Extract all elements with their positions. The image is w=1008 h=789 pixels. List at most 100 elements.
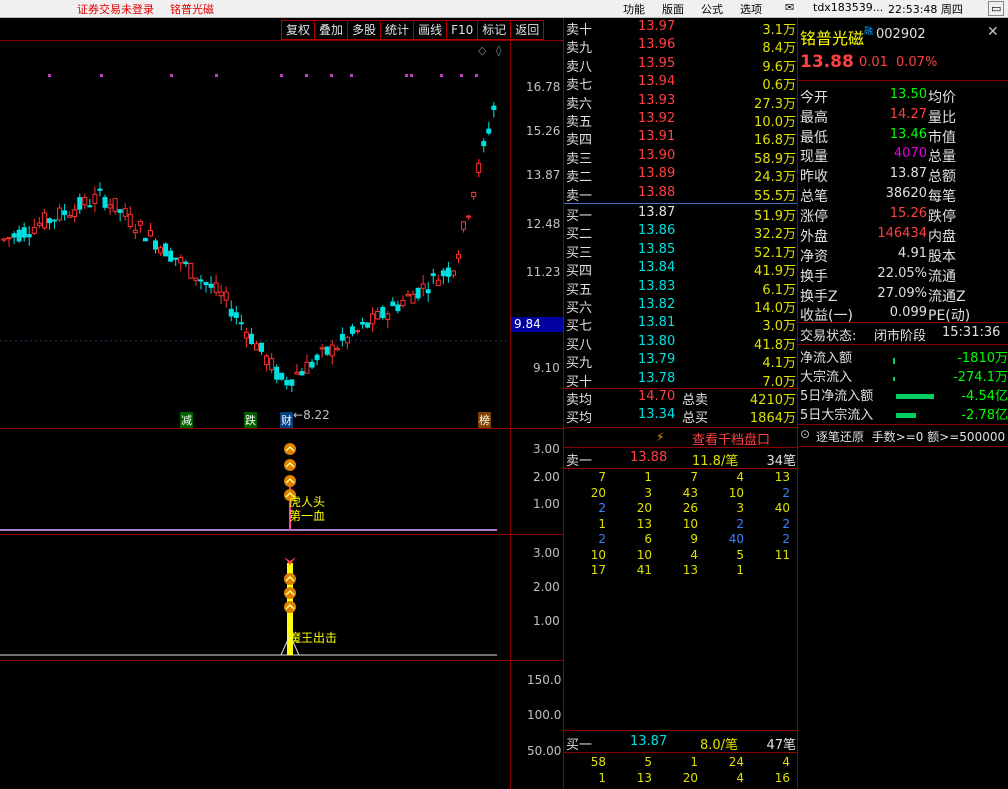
queue-cell: 9 [690,532,698,546]
flow-bar [896,413,916,418]
queue-buy-header: 买一 13.87 8.0/笔 47笔 [566,734,796,753]
candle [294,364,300,376]
candle [117,208,123,222]
candle [238,314,244,331]
candle [107,198,113,215]
vol-tick: 50.00 [527,744,562,758]
login-warning[interactable]: 证券交易未登录 [77,1,154,17]
candle [127,206,133,229]
stat-label: 外盘 [800,228,828,245]
candle [259,342,265,355]
current-price-tag: 9.84 [511,317,563,332]
queue-cell: 4 [782,755,790,769]
buy-level-row: 买五 13.83 6.1万 [566,279,796,298]
level-price: 13.92 [638,111,676,126]
quote-stat-row: 外盘 146434 内盘 [800,226,1008,245]
signal-dot [48,74,51,77]
sell-level-row: 卖二 13.89 24.3万 [566,166,796,185]
signal-marker [284,443,296,455]
draw-line-button[interactable]: 画线 [413,20,448,40]
menu-function[interactable]: 功能 [623,1,645,17]
candle [304,354,310,374]
queue-cell: 2 [598,532,606,546]
event-marker[interactable]: 减 [180,412,193,428]
candle [279,372,285,381]
candle [390,297,396,307]
candle [430,268,436,284]
quote-stat-row: 今开 13.50 均价 [800,87,1008,106]
candle [445,261,451,283]
level-volume: 6.1万 [762,282,796,298]
stat-value: 4.91 [898,246,927,261]
indicator-2-chart[interactable] [0,535,510,660]
tick-filter-label[interactable]: 逐笔还原 手数>=0 额>=500000 [816,428,1005,445]
candlestick-chart[interactable] [0,41,510,428]
stat-right-label: 内盘 [928,228,956,245]
candle [11,231,17,245]
sell-level-row: 卖五 13.92 10.0万 [566,111,796,130]
menu-layout[interactable]: 版面 [662,1,684,17]
level-price: 13.96 [638,37,676,53]
user-name[interactable]: tdx183539... [813,1,883,14]
menu-options[interactable]: 选项 [740,1,762,17]
event-marker[interactable]: 财 [280,412,293,428]
statistics-button[interactable]: 统计 [380,20,415,40]
mail-icon[interactable]: ✉ [785,1,794,14]
candle [183,259,189,267]
stat-right-label: 股本 [928,249,956,265]
event-marker[interactable]: 榜 [478,412,491,428]
level-price: 13.93 [638,92,676,108]
ind1-tick: 1.00 [533,497,560,511]
event-marker[interactable]: 跌 [244,412,257,428]
butterfly-icon [284,557,296,565]
f10-button[interactable]: F10 [446,20,479,40]
level-name: 买三 [566,245,593,261]
level-name: 卖六 [566,96,593,112]
level-price: 13.94 [638,74,676,90]
price-tick: 15.26 [526,124,561,138]
candle [420,275,426,297]
multi-stock-button[interactable]: 多股 [347,20,382,40]
flow-value: -2.78亿 [961,408,1008,423]
overlay-button[interactable]: 叠加 [314,20,349,40]
quote-stat-row: 现量 4070 总量 [800,146,1008,165]
stat-right-label: 均价 [928,90,956,106]
thousand-level-button[interactable]: 查看千档盘口 [692,429,770,448]
back-button[interactable]: 返回 [510,20,545,40]
level-name: 买一 [566,209,593,224]
candle [223,286,229,308]
candle [188,262,194,279]
close-icon[interactable]: ✕ [987,24,999,40]
signal-dot [460,74,463,77]
quote-divider [798,344,1008,345]
ind2-signal-label: 魔王出击 [289,631,338,645]
sell-level-row: 卖一 13.88 55.5万 [566,185,796,204]
level-volume: 58.9万 [754,151,796,167]
ind2-bottom [0,660,563,661]
candle [425,282,431,302]
level-price: 13.87 [638,205,676,220]
level-price: 13.85 [638,241,676,257]
quote-stat-row: 昨收 13.87 总额 [800,166,1008,186]
candle [67,211,73,219]
signal-marker [284,601,296,613]
candle [112,198,118,215]
tick-filter-icon[interactable]: ⊙ [800,427,810,441]
signal-dot [410,74,413,77]
restore-rights-button[interactable]: 复权 [281,20,316,40]
menu-formula[interactable]: 公式 [701,1,723,17]
candle [153,238,158,254]
stat-right-label: 总额 [928,169,956,186]
queue-cell: 13 [682,563,698,577]
indicator-1-chart[interactable] [0,429,510,534]
mark-button[interactable]: 标记 [477,20,512,40]
candle [198,275,204,290]
fund-flow-row: 大宗流入 -274.1万 [800,366,1008,385]
vol-tick: 100.0 [527,708,562,722]
buy-level-row: 买二 13.86 32.2万 [566,223,796,243]
minimize-icon[interactable]: ▭ [988,1,1005,16]
quote-divider [798,322,1008,323]
queue-cell: 5 [736,547,744,562]
candle [147,222,153,238]
level-name: 买二 [566,227,593,243]
